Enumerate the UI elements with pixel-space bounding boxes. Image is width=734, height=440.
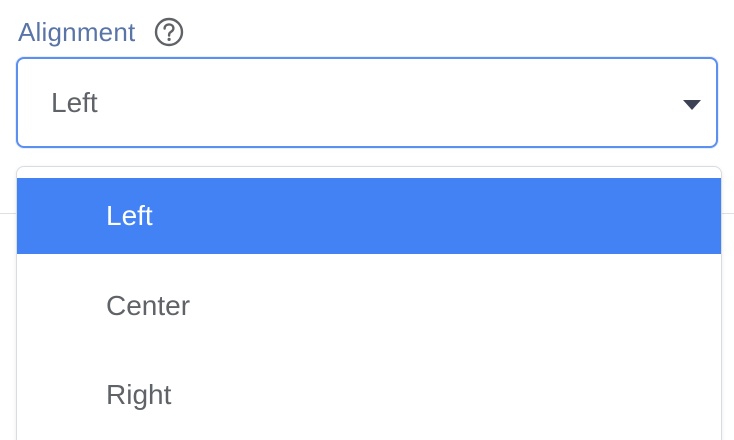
field-label: Alignment (18, 16, 136, 47)
alignment-setting-panel: Alignment Left Left Center Right (0, 0, 734, 440)
option-label: Center (106, 290, 191, 321)
option-label: Left (106, 200, 153, 231)
field-label-row: Alignment (18, 12, 185, 52)
dropdown-option-left[interactable]: Left (17, 178, 721, 254)
dropdown-option-right[interactable]: Right (17, 357, 721, 433)
alignment-select[interactable]: Left (16, 57, 718, 148)
option-label: Right (106, 379, 172, 410)
caret-down-icon (683, 100, 701, 110)
select-value: Left (51, 86, 98, 118)
alignment-dropdown-menu: Left Center Right (16, 166, 722, 440)
dropdown-option-center[interactable]: Center (17, 268, 721, 344)
question-circle-icon[interactable] (153, 16, 185, 48)
